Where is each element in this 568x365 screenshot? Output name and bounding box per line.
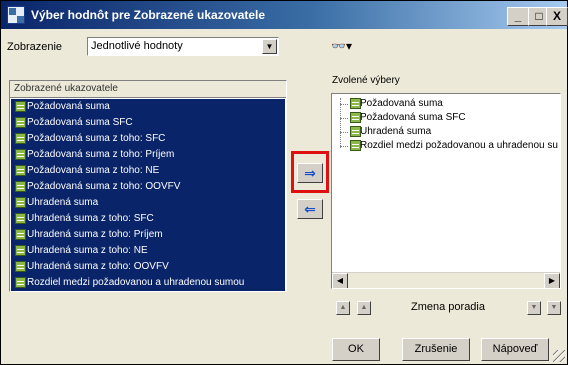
arrow-left-icon: ⇐ [304, 201, 316, 217]
selected-list-label: Zvolené výbery [332, 75, 400, 86]
cancel-button[interactable]: Zrušenie [402, 338, 470, 361]
move-bottom-button[interactable]: ▼ [547, 301, 561, 315]
chevron-down-icon[interactable]: ▼ [262, 39, 277, 54]
list-item[interactable]: Rozdiel medzi požadovanou a uhradenou su [342, 139, 558, 153]
remove-from-selection-button[interactable]: ⇐ [297, 199, 323, 219]
list-item[interactable]: Požadovaná suma z toho: NE [11, 163, 285, 179]
move-up-button[interactable]: ▲ [357, 301, 371, 315]
title-bar[interactable]: Výber hodnôt pre Zobrazené ukazovatele _… [1, 1, 568, 29]
move-down-button[interactable]: ▼ [527, 301, 541, 315]
app-icon [7, 6, 25, 24]
indicator-icon [15, 117, 26, 128]
available-indicators-list[interactable]: Zobrazené ukazovatele Požadovaná suma Po… [9, 80, 287, 292]
add-to-selection-button[interactable]: ⇒ [297, 163, 323, 183]
arrow-right-icon: ⇒ [304, 165, 316, 181]
indicator-icon [15, 165, 26, 176]
move-top-button[interactable]: ▲ [336, 301, 350, 315]
indicator-icon [350, 98, 361, 109]
indicator-icon [15, 197, 26, 208]
dialog-window: Výber hodnôt pre Zobrazené ukazovatele _… [0, 0, 568, 365]
indicator-icon [350, 112, 361, 123]
tree-line [340, 98, 341, 148]
list-item[interactable]: Uhradená suma z toho: OOVFV [11, 259, 285, 275]
indicator-icon [15, 101, 26, 112]
scroll-left-icon[interactable]: ◀ [332, 273, 348, 288]
list-item[interactable]: Uhradená suma z toho: SFC [11, 211, 285, 227]
available-list-header: Zobrazené ukazovatele [10, 81, 286, 98]
list-item[interactable]: Uhradená suma [342, 125, 431, 139]
indicator-icon [15, 277, 26, 288]
list-item[interactable]: Uhradená suma [11, 195, 285, 211]
indicator-icon [15, 149, 26, 160]
minimize-button[interactable]: _ [507, 7, 529, 26]
indicator-icon [15, 261, 26, 272]
close-button[interactable]: X [546, 7, 568, 26]
ok-button[interactable]: OK [332, 338, 380, 361]
display-mode-select[interactable]: Jednotlivé hodnoty ▼ [87, 37, 279, 56]
help-button[interactable]: Nápoveď [481, 338, 549, 361]
display-mode-value: Jednotlivé hodnoty [91, 40, 183, 52]
indicator-icon [350, 126, 361, 137]
resize-grip[interactable] [553, 350, 565, 362]
list-item[interactable]: Rozdiel medzi požadovanou a uhradenou su… [11, 275, 285, 291]
list-item[interactable]: Požadovaná suma z toho: Príjem [11, 147, 285, 163]
indicator-icon [15, 181, 26, 192]
indicator-icon [15, 213, 26, 224]
indicator-icon [350, 140, 361, 151]
list-item[interactable]: Požadovaná suma SFC [11, 115, 285, 131]
glasses-icon: 👓 [331, 39, 346, 53]
selected-items-list[interactable]: Požadovaná suma Požadovaná suma SFC Uhra… [331, 93, 561, 289]
reorder-label: Zmena poradia [411, 301, 485, 313]
list-item[interactable]: Požadovaná suma [342, 97, 443, 111]
list-item[interactable]: Požadovaná suma z toho: SFC [11, 131, 285, 147]
scroll-right-icon[interactable]: ▶ [544, 273, 560, 288]
list-item[interactable]: Požadovaná suma SFC [342, 111, 466, 125]
display-label: Zobrazenie [7, 41, 63, 53]
list-item[interactable]: Uhradená suma z toho: Príjem [11, 227, 285, 243]
list-item[interactable]: Požadovaná suma z toho: OOVFV [11, 179, 285, 195]
list-item[interactable]: Uhradená suma z toho: NE [11, 243, 285, 259]
list-item[interactable]: Požadovaná suma [11, 99, 285, 115]
indicator-icon [15, 133, 26, 144]
indicator-icon [15, 245, 26, 256]
horizontal-scrollbar[interactable]: ◀ ▶ [332, 272, 560, 288]
indicator-icon [15, 229, 26, 240]
window-title: Výber hodnôt pre Zobrazené ukazovatele [31, 8, 266, 22]
glasses-tool-button[interactable]: 👓▾ [331, 39, 352, 53]
